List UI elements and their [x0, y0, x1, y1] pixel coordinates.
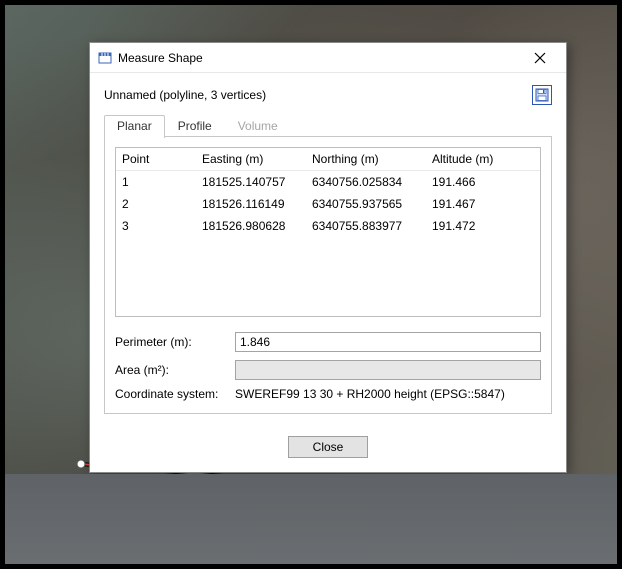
- col-northing[interactable]: Northing (m): [306, 148, 426, 171]
- cell: 181526.980628: [196, 215, 306, 237]
- cell: 191.467: [426, 193, 540, 215]
- perimeter-label: Perimeter (m):: [115, 335, 235, 349]
- app-icon: [98, 51, 112, 65]
- tab-bar: Planar Profile Volume: [104, 115, 552, 137]
- cell: 2: [116, 193, 196, 215]
- cell: 181525.140757: [196, 171, 306, 194]
- scale-text: 31 cm: [84, 521, 117, 535]
- tab-panel-planar: Point Easting (m) Northing (m) Altitude …: [104, 137, 552, 414]
- close-button[interactable]: Close: [288, 436, 368, 458]
- dialog-titlebar[interactable]: Measure Shape: [90, 43, 566, 73]
- dialog-title: Measure Shape: [118, 51, 520, 65]
- save-icon[interactable]: [532, 85, 552, 105]
- cell: 181526.116149: [196, 193, 306, 215]
- tab-planar[interactable]: Planar: [104, 115, 165, 138]
- table-row[interactable]: 1181525.1407576340756.025834191.466: [116, 171, 540, 194]
- col-easting[interactable]: Easting (m): [196, 148, 306, 171]
- table-row[interactable]: 2181526.1161496340755.937565191.467: [116, 193, 540, 215]
- perimeter-field[interactable]: [235, 332, 541, 352]
- area-label: Area (m²):: [115, 363, 235, 377]
- shape-name-label: Unnamed (polyline, 3 vertices): [104, 88, 266, 102]
- coord-system-label: Coordinate system:: [115, 387, 235, 401]
- col-altitude[interactable]: Altitude (m): [426, 148, 540, 171]
- measure-shape-dialog: Measure Shape Unnamed (polyline, 3 verti…: [89, 42, 567, 473]
- cell: 1: [116, 171, 196, 194]
- cell: 3: [116, 215, 196, 237]
- points-table[interactable]: Point Easting (m) Northing (m) Altitude …: [115, 147, 541, 317]
- tab-profile[interactable]: Profile: [165, 115, 225, 136]
- tab-volume: Volume: [225, 115, 291, 136]
- close-icon[interactable]: [520, 43, 560, 72]
- cell: 6340755.883977: [306, 215, 426, 237]
- coord-system-value: SWEREF99 13 30 + RH2000 height (EPSG::58…: [235, 387, 505, 401]
- cell: 191.466: [426, 171, 540, 194]
- area-field: [235, 360, 541, 380]
- viewport-3d: 31 cm Measure Shape: [5, 5, 617, 564]
- scale-bar: 31 cm: [43, 517, 158, 539]
- cell: 191.472: [426, 215, 540, 237]
- cell: 6340756.025834: [306, 171, 426, 194]
- table-row[interactable]: 3181526.9806286340755.883977191.472: [116, 215, 540, 237]
- col-point[interactable]: Point: [116, 148, 196, 171]
- cell: 6340755.937565: [306, 193, 426, 215]
